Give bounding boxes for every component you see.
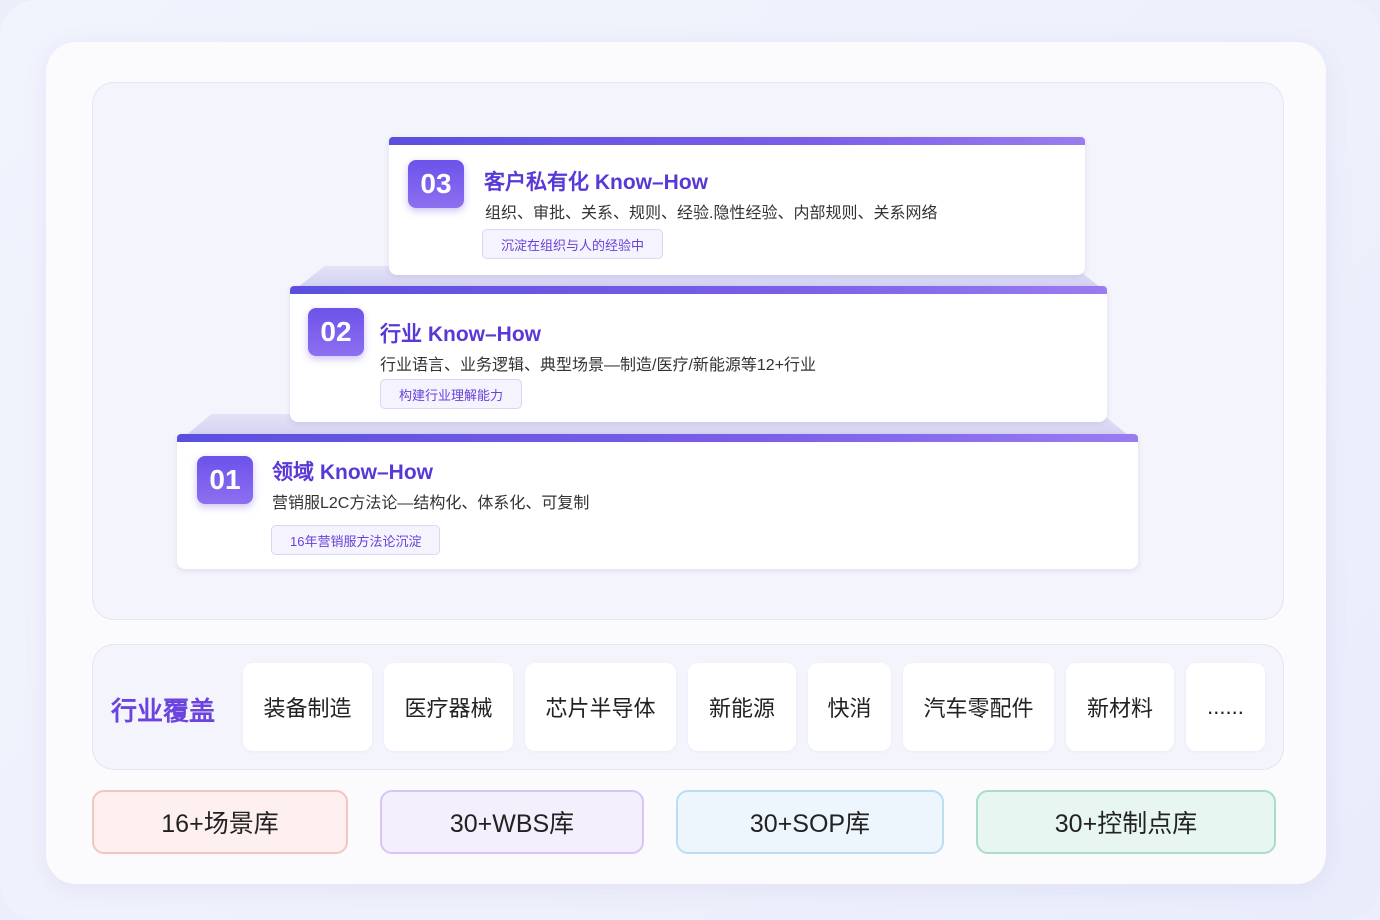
library-badge: 16+场景库: [92, 790, 348, 854]
tier-topbar: [389, 137, 1085, 145]
industry-coverage: 行业覆盖 装备制造 医疗器械 芯片半导体 新能源 快消 汽车零配件 新材料 ..…: [92, 644, 1284, 770]
tier-tag: 沉淀在组织与人的经验中: [482, 229, 664, 259]
tier-topbar: [290, 286, 1107, 294]
industry-chip: 汽车零配件: [903, 663, 1054, 751]
industry-chip: 芯片半导体: [525, 663, 676, 751]
industry-chip: 装备制造: [243, 663, 372, 751]
industry-chip: 新材料: [1066, 663, 1174, 751]
tier-tag: 16年营销服方法论沉淀: [271, 525, 441, 555]
tier-number-badge: 01: [197, 456, 253, 504]
industry-chip: 医疗器械: [384, 663, 513, 751]
tier-title: 行业 Know–How: [380, 323, 541, 346]
tier-topbar: [177, 434, 1138, 442]
tier-tag: 构建行业理解能力: [380, 379, 523, 409]
industry-chip-more: ......: [1186, 663, 1265, 751]
industry-chip: 快消: [808, 663, 891, 751]
tier-number-badge: 03: [408, 160, 464, 208]
tier-description: 组织、审批、关系、规则、经验.隐性经验、内部规则、关系网络: [485, 205, 938, 222]
industry-label: 行业覆盖: [111, 696, 216, 726]
tier-title: 客户私有化 Know–How: [484, 171, 708, 194]
industry-chip: 新能源: [688, 663, 796, 751]
tier-title: 领域 Know–How: [272, 461, 433, 484]
library-badge: 30+WBS库: [380, 790, 644, 854]
tier-description: 营销服L2C方法论—结构化、体系化、可复制: [272, 495, 590, 512]
tier-number-badge: 02: [308, 308, 364, 356]
library-badge: 30+控制点库: [976, 790, 1276, 854]
tier-description: 行业语言、业务逻辑、典型场景—制造/医疗/新能源等12+行业: [380, 357, 817, 374]
library-badge: 30+SOP库: [676, 790, 944, 854]
